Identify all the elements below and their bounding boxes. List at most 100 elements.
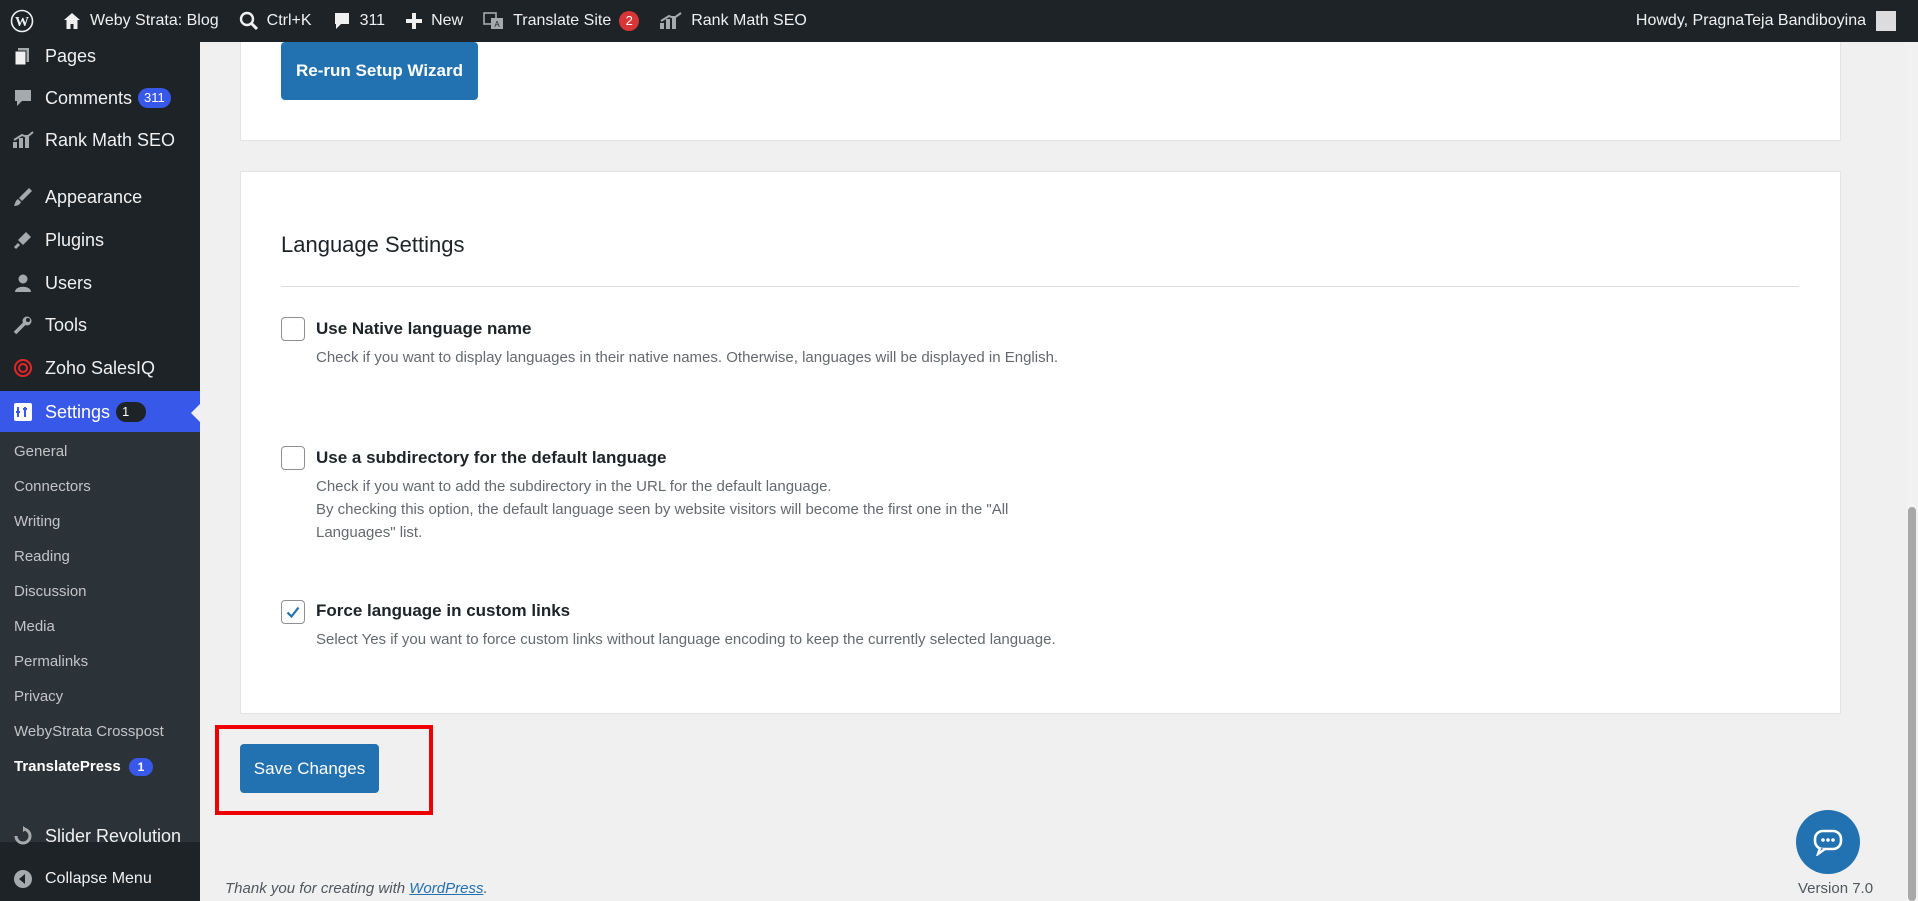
submenu-writing[interactable]: Writing [14,513,60,530]
collapse-menu-button[interactable]: Collapse Menu [0,858,200,900]
submenu-privacy[interactable]: Privacy [14,688,63,705]
translate-badge: 2 [619,11,640,31]
submenu-webystrata-crosspost[interactable]: WebyStrata Crosspost [14,723,164,740]
menu-plugins[interactable]: Plugins [0,219,200,261]
divider [281,286,1799,287]
native-language-name-label: Use Native language name [316,319,532,338]
comments-icon [11,86,35,110]
menu-label: Plugins [45,229,105,250]
plus-icon [406,13,423,29]
scrollbar-thumb[interactable] [1908,507,1916,901]
force-language-custom-links-label: Force language in custom links [316,601,571,620]
default-language-subdirectory-label: Use a subdirectory for the default langu… [316,448,667,467]
comments-link[interactable]: 311 [322,0,396,42]
menu-label: Pages [45,45,97,66]
default-language-subdirectory-checkbox[interactable] [281,446,305,470]
my-account-menu[interactable]: Howdy, PragnaTeja Bandiboyina [1636,11,1918,31]
page-scrollbar[interactable] [1906,42,1918,901]
force-language-custom-links-checkbox[interactable] [281,600,305,624]
comment-bubble-icon [334,13,349,29]
native-language-name-description: Check if you want to display languages i… [316,349,1059,366]
site-name-link[interactable]: Weby Strata: Blog [52,0,229,42]
collapse-icon [11,867,35,891]
description-line: By checking this option, the default lan… [316,501,1009,541]
menu-label: Zoho SalesIQ [45,357,156,378]
home-icon [64,13,80,29]
wordpress-logo-icon[interactable]: W [0,0,52,42]
rankmath-icon [660,12,682,29]
submenu-reading[interactable]: Reading [14,548,70,565]
admin-sidebar: Pages Comments 311 Rank Math SEO Appeara… [0,42,200,901]
menu-settings[interactable]: Settings 1 [0,391,200,433]
menu-rank-math[interactable]: Rank Math SEO [0,119,200,161]
footer-thanks-suffix: . [483,880,488,897]
command-palette-button[interactable]: Ctrl+K [229,0,322,42]
submenu-translatepress[interactable]: TranslatePress 1 [14,758,153,776]
footer-version: Version 7.0 [1798,880,1874,897]
wordpress-link[interactable]: WordPress [409,880,483,897]
language-settings-title: Language Settings [281,232,465,257]
users-icon [11,271,35,295]
rankmath-adminbar-link[interactable]: Rank Math SEO [649,0,817,42]
menu-label: Users [45,272,93,293]
native-language-name-checkbox[interactable] [281,317,305,341]
submenu-discussion[interactable]: Discussion [14,583,87,600]
menu-tools[interactable]: Tools [0,304,200,346]
slider-revolution-icon [11,824,35,848]
footer-thanks-prefix: Thank you for creating with [225,880,410,897]
menu-label: Collapse Menu [45,870,152,887]
plugins-icon [11,228,35,252]
settings-submenu: General Connectors Writing Reading Discu… [0,432,200,842]
svg-text:W: W [15,15,29,30]
zoho-icon [11,356,35,380]
submenu-connectors[interactable]: Connectors [14,478,91,495]
menu-label: Rank Math SEO [45,129,176,150]
translate-site-link[interactable]: A Translate Site 2 [473,0,649,42]
rankmath-icon [11,128,35,152]
howdy-text: Howdy, PragnaTeja Bandiboyina [1635,12,1866,29]
menu-label: Settings [45,401,111,422]
svg-text:A: A [494,20,500,29]
rankmath-label: Rank Math SEO [691,12,807,29]
menu-comments[interactable]: Comments 311 [0,77,200,119]
translatepress-count-badge: 1 [128,758,153,776]
settings-count-badge: 1 [116,402,147,422]
new-label: New [431,12,464,29]
menu-pages[interactable]: Pages [0,42,200,70]
menu-label: Appearance [45,186,143,207]
settings-icon [11,400,35,424]
description-line: Check if you want to add the subdirector… [316,478,832,495]
menu-label: Comments [45,87,133,108]
force-language-custom-links-description: Select Yes if you want to force custom l… [316,631,1056,648]
tools-icon [11,313,35,337]
new-content-button[interactable]: New [395,0,473,42]
menu-users[interactable]: Users [0,262,200,304]
setup-panel [240,30,1841,141]
translate-site-label: Translate Site [513,12,612,29]
admin-bar: W Weby Strata: Blog Ctrl+K 311 New A Tra… [0,0,1918,42]
chat-widget-button[interactable] [1796,810,1860,874]
search-shortcut: Ctrl+K [266,12,312,29]
appearance-icon [11,185,35,209]
checkmark-icon [286,606,300,619]
search-icon [239,11,258,31]
submenu-general[interactable]: General [14,443,67,460]
menu-appearance[interactable]: Appearance [0,176,200,218]
comments-count: 311 [359,12,386,29]
menu-zoho-salesiq[interactable]: Zoho SalesIQ [0,347,200,389]
chat-bubble-icon [1813,829,1843,856]
avatar [1876,11,1896,31]
submenu-label: TranslatePress [14,758,121,775]
highlight-box [215,725,433,815]
site-name: Weby Strata: Blog [90,12,219,29]
rerun-setup-wizard-button[interactable]: Re-run Setup Wizard [281,42,478,100]
submenu-media[interactable]: Media [14,618,55,635]
menu-label: Slider Revolution [45,825,182,846]
menu-slider-revolution[interactable]: Slider Revolution [0,815,200,857]
default-language-subdirectory-description: Check if you want to add the subdirector… [316,475,1076,544]
footer-thanks: Thank you for creating with WordPress. [225,880,488,897]
pages-icon [11,44,35,68]
comments-count-badge: 311 [138,88,171,108]
translate-icon: A [483,12,504,29]
submenu-permalinks[interactable]: Permalinks [14,653,88,670]
